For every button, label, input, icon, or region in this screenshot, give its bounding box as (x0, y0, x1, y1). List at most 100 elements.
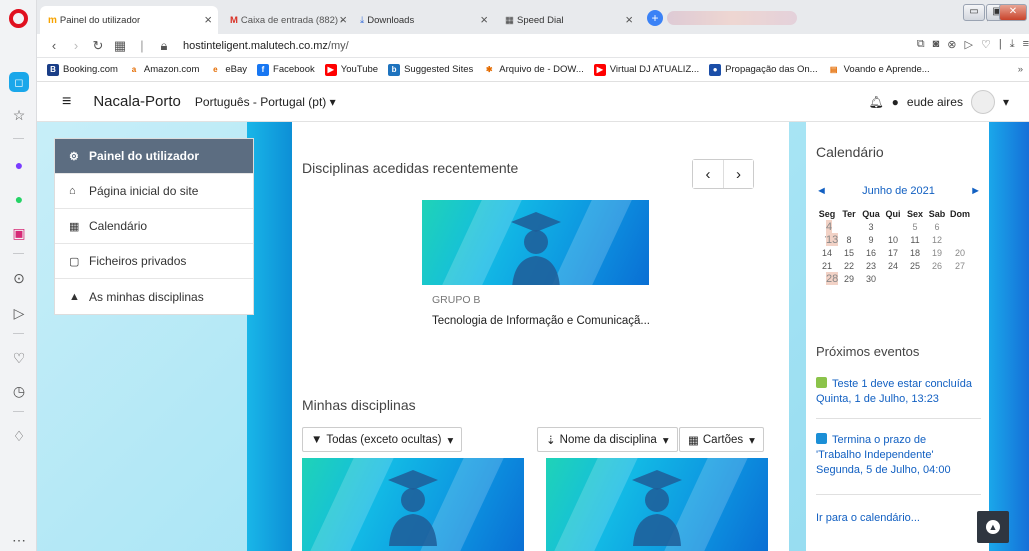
nav-item-dashboard[interactable]: ⚙ Painel do utilizador (55, 139, 253, 174)
bookmarks-more-icon[interactable]: » (1018, 64, 1023, 75)
close-tab-icon[interactable]: × (625, 12, 633, 27)
course-card-image[interactable] (546, 458, 768, 551)
nav-item-calendar[interactable]: ▦ Calendário (55, 209, 253, 244)
calendar-day[interactable]: 6 (926, 220, 948, 233)
calendar-day[interactable]: 11 (904, 233, 926, 246)
download-arrow-icon[interactable]: ⤓ (1010, 38, 1015, 51)
back-to-top-button[interactable]: ▲ (977, 511, 1009, 543)
course-name-link[interactable]: Tecnologia de Informação e Comunicaçã... (432, 315, 650, 327)
calendar-day[interactable]: 9 (860, 233, 882, 246)
calendar-month[interactable]: Junho de 2021 (862, 185, 935, 197)
filter-dropdown[interactable]: ▼ Todas (exceto ocultas) ▾ (302, 427, 463, 452)
calendar-day[interactable]: 29 (838, 272, 860, 285)
calendar-day[interactable]: 14 (816, 246, 838, 259)
close-tab-icon[interactable]: × (339, 12, 347, 27)
course-card-image[interactable] (302, 458, 524, 551)
view-dropdown[interactable]: ▦ Cartões ▾ (679, 427, 764, 452)
calendar-day[interactable]: 19 (926, 246, 948, 259)
recent-course-image[interactable] (422, 200, 649, 285)
speed-dial-home-icon[interactable]: ◻ (9, 72, 29, 92)
opera-logo-icon[interactable] (9, 9, 28, 28)
heart-icon[interactable]: ♡ (9, 348, 29, 368)
pin-icon[interactable]: ♢ (9, 426, 29, 446)
tab-speed-dial[interactable]: ▦ Speed Dial × (497, 6, 639, 34)
calendar-day[interactable]: 25 (904, 259, 926, 272)
event-item[interactable]: Teste 1 deve estar concluída Quinta, 1 d… (816, 377, 986, 407)
bookmark-item[interactable]: ▤ Voando e Aprende... (827, 63, 930, 76)
block-ads-icon[interactable]: ⊗ (947, 38, 956, 51)
calendar-day[interactable]: 8 (838, 233, 860, 246)
send-icon[interactable]: ▷ (9, 303, 29, 323)
site-name[interactable]: Nacala-Porto (93, 93, 181, 110)
new-tab-plus-icon[interactable]: + (647, 10, 663, 26)
go-to-calendar-link[interactable]: Ir para o calendário... (816, 512, 920, 524)
whatsapp-icon[interactable]: ● (9, 189, 29, 209)
nav-item-site-home[interactable]: ⌂ Página inicial do site (55, 174, 253, 209)
heart-outline-icon[interactable]: ♡ (981, 38, 991, 51)
bookmark-item[interactable]: ▶ Virtual DJ ATUALIZ... (593, 63, 699, 76)
avatar[interactable] (970, 90, 995, 114)
menu-icon[interactable]: ≡ (1023, 38, 1029, 51)
calendar-day[interactable]: 16 (860, 246, 882, 259)
calendar-day[interactable]: 17 (882, 246, 904, 259)
instagram-icon[interactable]: ▣ (9, 223, 29, 243)
chat-bubble-icon[interactable]: ● (892, 95, 899, 109)
calendar-day[interactable]: 26 (926, 259, 948, 272)
sort-dropdown[interactable]: ⇣ Nome da disciplina ▾ (537, 427, 678, 452)
nav-item-my-courses[interactable]: ▲ As minhas disciplinas (55, 279, 253, 314)
play-icon[interactable]: ▷ (965, 38, 973, 51)
language-menu[interactable]: Português - Portugal (pt) ▾ (195, 95, 336, 109)
history-clock-icon[interactable]: ◷ (9, 381, 29, 401)
calendar-next-icon[interactable]: ► (970, 185, 981, 197)
calendar-prev-icon[interactable]: ◄ (816, 185, 827, 197)
carousel-prev-button[interactable]: ‹ (693, 160, 723, 188)
calendar-day[interactable]: 23 (860, 259, 882, 272)
event-item[interactable]: Termina o prazo de 'Trabalho Independent… (816, 433, 966, 478)
hamburger-menu-icon[interactable]: ≡ (62, 93, 71, 111)
url-field[interactable]: hostinteligent.malutech.co.mz/my/ (183, 40, 349, 52)
bookmark-item[interactable]: f Facebook (257, 63, 315, 76)
bookmark-item[interactable]: a Amazon.com (127, 63, 199, 76)
camera-icon[interactable]: ◙ (933, 38, 940, 51)
calendar-day[interactable]: 12 (926, 233, 948, 246)
reload-icon[interactable]: ↻ (87, 38, 109, 54)
tab-painel[interactable]: m Painel do utilizador × (40, 6, 218, 34)
bookmark-item[interactable]: ● Propagação das On... (709, 63, 818, 76)
nav-item-private-files[interactable]: ▢ Ficheiros privados (55, 244, 253, 279)
bookmark-item[interactable]: ▶ YouTube (324, 63, 378, 76)
carousel-next-button[interactable]: › (723, 160, 753, 188)
bell-icon[interactable]: 🔔︎ (868, 95, 883, 109)
tab-gmail[interactable]: M Caixa de entrada (882) - ed × (222, 6, 347, 34)
close-window-button[interactable]: ✕ (999, 4, 1027, 21)
calendar-day[interactable]: 21 (816, 259, 838, 272)
bookmark-item[interactable]: b Suggested Sites (388, 63, 473, 76)
calendar-day[interactable]: 20 (948, 246, 972, 259)
close-tab-icon[interactable]: × (480, 12, 488, 27)
calendar-day[interactable]: 15 (838, 246, 860, 259)
calendar-day[interactable]: 3 (860, 220, 882, 233)
bookmark-item[interactable]: B Booking.com (47, 63, 118, 76)
messenger-icon[interactable]: ● (9, 155, 29, 175)
calendar-day[interactable]: 24 (882, 259, 904, 272)
player-icon[interactable]: ⊙ (9, 268, 29, 288)
bookmark-item[interactable]: ✱ Arquivo de - DOW... (483, 63, 584, 76)
bookmarks-star-icon[interactable]: ☆ (9, 105, 29, 125)
user-caret-icon[interactable]: ▾ (1003, 95, 1009, 109)
close-tab-icon[interactable]: × (204, 12, 212, 27)
snapshot-icon[interactable]: ⧉ (917, 38, 925, 51)
bookmark-item[interactable]: e eBay (209, 63, 247, 76)
calendar-day[interactable]: 13 (826, 233, 839, 246)
calendar-day[interactable]: 28 (826, 272, 839, 285)
more-dots-icon[interactable]: ⋯ (9, 530, 29, 550)
calendar-day[interactable]: 30 (860, 272, 882, 285)
calendar-day[interactable]: 27 (948, 259, 972, 272)
tab-downloads[interactable]: ⤓ Downloads × (352, 6, 494, 34)
calendar-day[interactable]: 22 (838, 259, 860, 272)
tabs-grid-icon[interactable]: ▦ (109, 38, 131, 54)
calendar-day[interactable]: 4 (826, 220, 833, 233)
forward-icon[interactable]: › (65, 38, 87, 53)
back-icon[interactable]: ‹ (43, 38, 65, 53)
minimize-button[interactable]: ▭ (963, 4, 985, 21)
calendar-day[interactable]: 5 (904, 220, 926, 233)
user-name[interactable]: eude aires (907, 95, 963, 109)
